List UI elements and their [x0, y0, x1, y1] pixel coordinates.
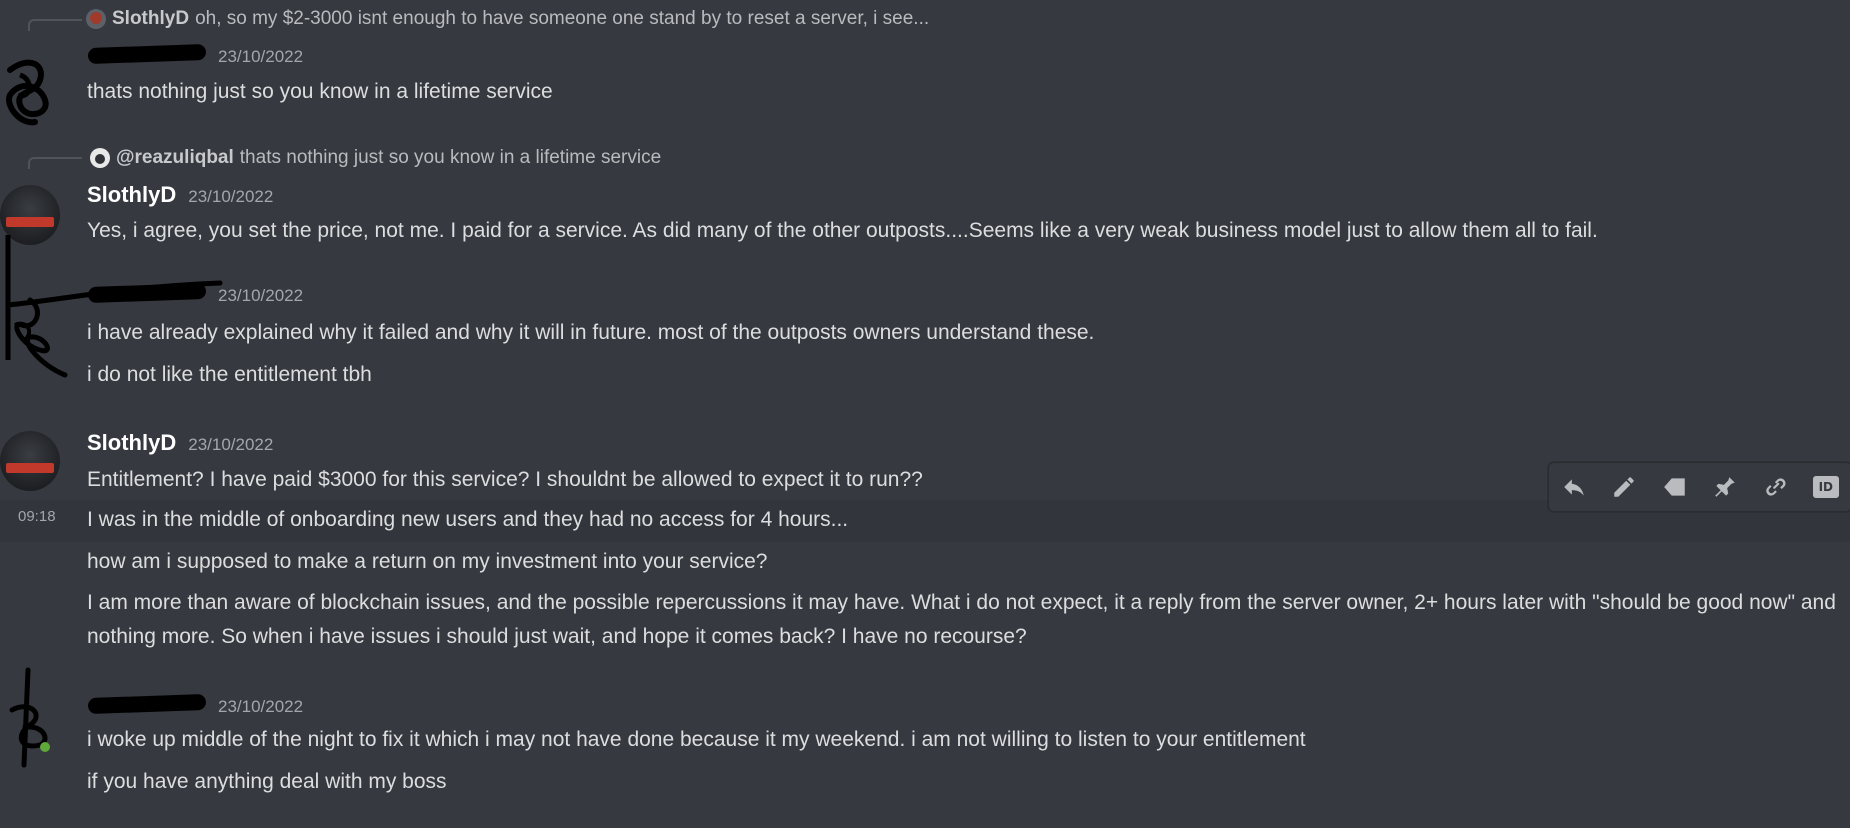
message-text: Entitlement? I have paid $3000 for this …	[87, 468, 923, 491]
message-header: SlothlyD 23/10/2022	[87, 182, 273, 208]
message-text: i do not like the entitlement tbh	[87, 363, 372, 386]
reply-text[interactable]: thats nothing just so you know in a life…	[240, 147, 661, 169]
reply-context[interactable]: SlothlyD oh, so my $2-3000 isnt enough t…	[86, 8, 929, 30]
message-header: 23/10/2022	[87, 693, 303, 717]
edit-icon[interactable]	[1607, 470, 1641, 504]
message-text: i woke up middle of the night to fix it …	[87, 728, 1306, 751]
message-timestamp[interactable]: 23/10/2022	[218, 286, 303, 306]
redacted-username[interactable]	[87, 43, 207, 65]
message-timestamp[interactable]: 23/10/2022	[188, 435, 273, 455]
id-icon[interactable]: ID	[1809, 470, 1843, 504]
tag-icon[interactable]	[1658, 470, 1692, 504]
reply-connector	[28, 157, 82, 169]
message-text: thats nothing just so you know in a life…	[87, 80, 553, 103]
reply-icon[interactable]	[1557, 470, 1591, 504]
redacted-avatar[interactable]	[0, 50, 70, 130]
avatar[interactable]	[0, 431, 60, 491]
username[interactable]: SlothlyD	[87, 182, 176, 208]
pin-icon[interactable]	[1708, 470, 1742, 504]
message-hover-time[interactable]: 09:18	[18, 508, 56, 525]
message-text: i have already explained why it failed a…	[87, 321, 1095, 344]
reply-author[interactable]: SlothlyD	[112, 8, 189, 30]
link-icon[interactable]	[1758, 470, 1792, 504]
redacted-username[interactable]	[87, 282, 207, 304]
reply-avatar	[90, 148, 110, 168]
message-text: I was in the middle of onboarding new us…	[87, 508, 849, 531]
username[interactable]: SlothlyD	[87, 430, 176, 456]
message-text: I am more than aware of blockchain issue…	[87, 591, 1836, 648]
reply-avatar	[86, 9, 106, 29]
message-text: Yes, i agree, you set the price, not me.…	[87, 219, 1598, 242]
message-header: 23/10/2022	[87, 43, 303, 67]
message-timestamp[interactable]: 23/10/2022	[188, 187, 273, 207]
message-text: if you have anything deal with my boss	[87, 770, 447, 793]
reply-connector	[28, 19, 82, 31]
redacted-username[interactable]	[87, 693, 207, 715]
message-header: 23/10/2022	[87, 282, 303, 306]
message-text: how am i supposed to make a return on my…	[87, 550, 768, 573]
id-label: ID	[1812, 476, 1839, 498]
message-timestamp[interactable]: 23/10/2022	[218, 47, 303, 67]
reply-text[interactable]: oh, so my $2-3000 isnt enough to have so…	[195, 8, 929, 30]
redacted-avatar[interactable]	[0, 665, 70, 775]
reply-context[interactable]: @reazuliqbal thats nothing just so you k…	[90, 147, 661, 169]
message-header: SlothlyD 23/10/2022	[87, 430, 273, 456]
message-actions-toolbar: ID	[1548, 462, 1850, 512]
reply-author[interactable]: @reazuliqbal	[116, 147, 234, 169]
message-timestamp[interactable]: 23/10/2022	[218, 697, 303, 717]
avatar-badge-icon	[6, 463, 54, 473]
message-list: SlothlyD oh, so my $2-3000 isnt enough t…	[0, 0, 1850, 828]
